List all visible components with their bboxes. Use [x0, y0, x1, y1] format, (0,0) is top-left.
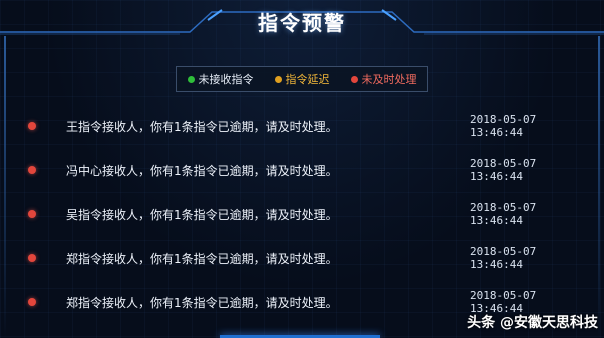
alert-row[interactable]: 吴指令接收人，你有1条指令已逾期，请及时处理。 2018-05-07 13:46…	[22, 201, 582, 227]
right-border	[598, 36, 600, 338]
legend-label: 未及时处理	[361, 73, 417, 86]
alert-time: 2018-05-07 13:46:44	[470, 113, 537, 139]
red-dot-icon	[28, 166, 36, 174]
panel-title: 指令预警	[258, 11, 346, 35]
legend-item-unreceived[interactable]: 未接收指令	[187, 71, 254, 87]
legend-label: 未接收指令	[198, 73, 254, 86]
red-dot-icon	[28, 210, 36, 218]
status-legend: 未接收指令 指令延迟 未及时处理	[176, 66, 428, 92]
alert-message: 郑指令接收人，你有1条指令已逾期，请及时处理。	[66, 251, 338, 266]
watermark: 头条 @安徽天思科技	[467, 315, 598, 331]
red-dot-icon	[350, 75, 358, 83]
legend-label: 指令延迟	[285, 73, 330, 86]
alert-message: 冯中心接收人，你有1条指令已逾期，请及时处理。	[66, 163, 338, 178]
orange-dot-icon	[274, 75, 282, 83]
left-border	[4, 36, 6, 338]
alert-time: 2018-05-07 13:46:44	[470, 157, 537, 183]
green-dot-icon	[187, 75, 195, 83]
alert-message: 王指令接收人，你有1条指令已逾期，请及时处理。	[66, 119, 338, 134]
legend-item-overdue[interactable]: 未及时处理	[350, 71, 417, 87]
alert-time: 2018-05-07 13:46:44	[470, 201, 537, 227]
red-dot-icon	[28, 122, 36, 130]
red-dot-icon	[28, 254, 36, 262]
alert-message: 郑指令接收人，你有1条指令已逾期，请及时处理。	[66, 295, 338, 310]
legend-item-delayed[interactable]: 指令延迟	[274, 71, 330, 87]
alert-row[interactable]: 王指令接收人，你有1条指令已逾期，请及时处理。 2018-05-07 13:46…	[22, 113, 582, 139]
alert-row[interactable]: 冯中心接收人，你有1条指令已逾期，请及时处理。 2018-05-07 13:46…	[22, 157, 582, 183]
red-dot-icon	[28, 298, 36, 306]
alert-time: 2018-05-07 13:46:44	[470, 245, 537, 271]
alert-row[interactable]: 郑指令接收人，你有1条指令已逾期，请及时处理。 2018-05-07 13:46…	[22, 289, 582, 315]
alert-row[interactable]: 郑指令接收人，你有1条指令已逾期，请及时处理。 2018-05-07 13:46…	[22, 245, 582, 271]
alert-message: 吴指令接收人，你有1条指令已逾期，请及时处理。	[66, 207, 338, 222]
